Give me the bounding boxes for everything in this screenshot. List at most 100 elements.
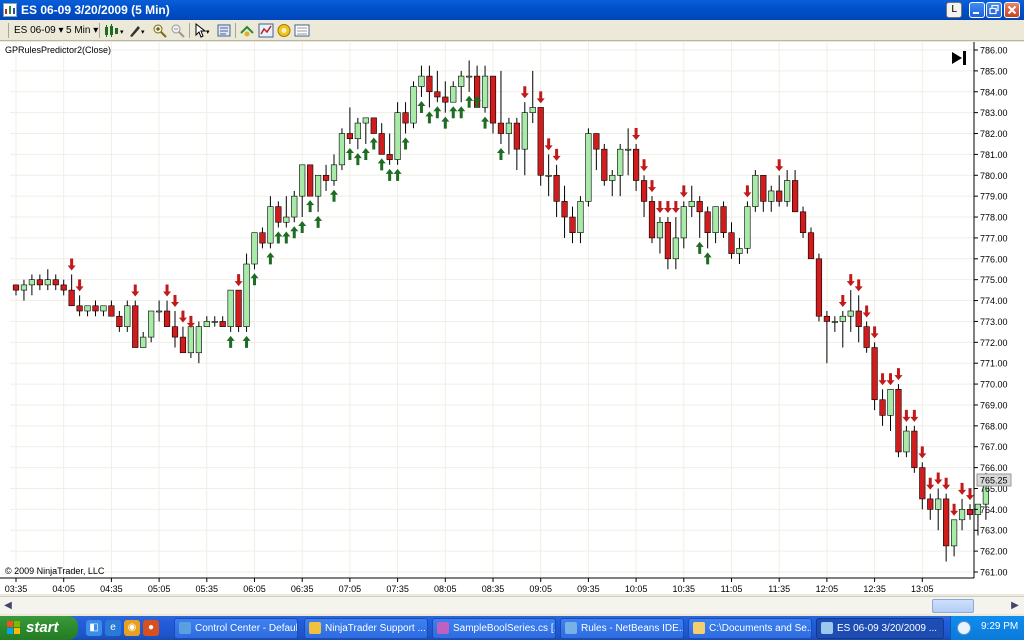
candle-body-up — [84, 305, 91, 312]
candle — [354, 117, 361, 150]
candle — [362, 117, 369, 144]
maximize-button[interactable] — [986, 2, 1002, 18]
taskbar-button[interactable]: SampleBoolSeries.cs [... — [432, 618, 556, 639]
properties-icon[interactable] — [294, 23, 310, 38]
candle — [466, 60, 473, 92]
long-signal-arrow — [306, 200, 315, 213]
candle-body-up — [625, 148, 632, 151]
candle — [489, 75, 497, 134]
taskbar-button[interactable]: NinjaTrader Support ... — [304, 618, 428, 639]
candle-body-down — [919, 467, 926, 500]
y-tick-label: 784.00 — [980, 87, 1008, 97]
y-tick-label: 780.00 — [980, 171, 1008, 181]
chart-canvas[interactable]: 786.00 785.00 784.00 783.00 782.00 781.00 780.… — [0, 42, 1024, 594]
zoom-out-icon[interactable] — [170, 23, 186, 38]
candle-body-down — [386, 154, 393, 160]
candle-body-up — [609, 174, 616, 181]
candle-body-down — [370, 117, 377, 134]
y-tick-label: 774.00 — [980, 296, 1008, 306]
network-icon[interactable] — [957, 621, 971, 635]
candle — [640, 175, 648, 218]
short-signal-arrow — [910, 409, 919, 422]
candle-body-down — [68, 289, 75, 307]
candle-body-down — [569, 216, 576, 233]
candle — [593, 133, 600, 171]
candle-body-up — [362, 117, 369, 124]
candle-body-down — [426, 75, 433, 93]
indicators-icon[interactable] — [258, 23, 274, 38]
candle-body-down — [593, 133, 600, 150]
taskbar-button[interactable]: C:\Documents and Se... — [688, 618, 812, 639]
candle-body-up — [529, 107, 536, 113]
media-player-icon[interactable]: ◉ — [124, 620, 140, 636]
x-tick-label: 04:05 — [52, 584, 75, 594]
y-tick-label: 770.00 — [980, 380, 1008, 390]
close-button[interactable] — [1004, 2, 1020, 18]
candle — [314, 174, 322, 212]
bar-type-icon[interactable]: ▾ — [104, 23, 126, 38]
candle-body-down — [442, 96, 449, 103]
drawing-tool-icon[interactable]: ▾ — [128, 23, 148, 38]
candle — [148, 310, 155, 343]
candle — [680, 201, 687, 249]
go-to-end-icon[interactable] — [952, 51, 966, 65]
candle — [243, 253, 250, 332]
minimize-button[interactable] — [969, 2, 985, 18]
candle-body-up — [903, 430, 910, 453]
candle — [140, 331, 147, 348]
candle-body-up — [338, 133, 346, 166]
candle-body-up — [950, 519, 958, 547]
pointer-icon[interactable]: ▾ — [193, 22, 213, 38]
data-box-icon[interactable] — [216, 23, 232, 38]
title-bar[interactable]: ES 06-09 3/20/2009 (5 Min) L — [0, 0, 1024, 20]
candle-body-up — [243, 263, 250, 327]
strategy-icon[interactable] — [239, 23, 255, 38]
last-price-marker: 765.25 — [976, 473, 1012, 487]
short-signal-arrow — [131, 284, 140, 297]
horizontal-scrollbar[interactable]: ◀ ▶ — [0, 596, 1024, 614]
long-signal-arrow — [481, 116, 490, 129]
candle-body-up — [283, 216, 290, 223]
system-tray: 9:29 PM — [950, 616, 1024, 640]
scroll-left-button[interactable]: ◀ — [1, 599, 15, 613]
show-desktop-icon[interactable]: ◧ — [86, 620, 102, 636]
candle — [450, 81, 457, 103]
scrollbar-thumb[interactable] — [932, 599, 974, 613]
firefox-icon[interactable]: ● — [143, 620, 159, 636]
candle — [44, 269, 51, 291]
taskbar-button[interactable]: ES 06-09 3/20/2009 ... — [816, 618, 944, 639]
svg-text:▾: ▾ — [206, 29, 210, 36]
link-button[interactable]: L — [946, 2, 962, 18]
candle — [911, 425, 918, 473]
zoom-in-icon[interactable] — [152, 23, 168, 38]
alert-icon[interactable] — [276, 23, 292, 38]
candle-body-down — [879, 399, 886, 416]
app-icon — [821, 622, 833, 634]
short-signal-arrow — [178, 310, 187, 323]
toolbar-separator — [99, 23, 100, 38]
candle-body-up — [187, 326, 195, 354]
short-signal-arrow — [894, 368, 903, 381]
instrument-selector[interactable]: ES 06-09 ▾ — [14, 23, 64, 38]
scroll-right-button[interactable]: ▶ — [1008, 599, 1022, 613]
candle — [601, 143, 608, 186]
candle-body-up — [585, 133, 592, 202]
taskbar-button-label: Rules - NetBeans IDE... — [581, 623, 684, 634]
internet-explorer-icon[interactable]: e — [105, 620, 121, 636]
candle-body-down — [179, 336, 187, 354]
short-signal-arrow — [870, 326, 879, 339]
price-chart[interactable]: 786.00 785.00 784.00 783.00 782.00 781.00 780.… — [0, 42, 1024, 594]
x-tick-label: 10:05 — [625, 584, 648, 594]
y-tick-label: 762.00 — [980, 547, 1008, 557]
candle-body-down — [791, 180, 799, 213]
toolbar-separator — [235, 23, 236, 38]
taskbar-button[interactable]: Control Center - Default — [174, 618, 298, 639]
candle-body-down — [696, 201, 703, 213]
candle — [195, 321, 202, 364]
taskbar-button[interactable]: Rules - NetBeans IDE... — [560, 618, 684, 639]
candle — [529, 70, 536, 124]
interval-selector[interactable]: 5 Min ▾ — [66, 23, 98, 38]
x-tick-label: 05:35 — [196, 584, 219, 594]
start-button[interactable]: start — [0, 616, 78, 640]
chevron-down-icon: ▾ — [58, 25, 64, 36]
